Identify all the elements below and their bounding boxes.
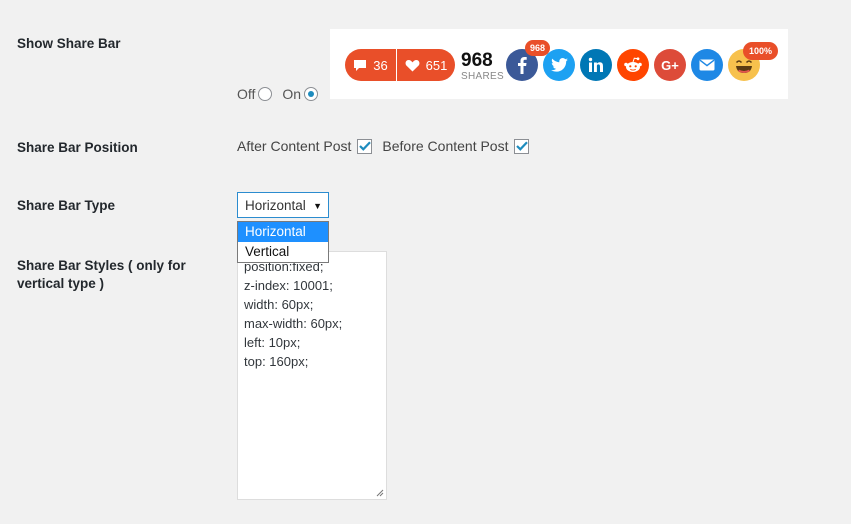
before-content-post-label: Before Content Post <box>382 138 509 154</box>
share-bar-type-value: Horizontal <box>245 197 306 213</box>
share-bar-styles-textarea[interactable]: position:fixed; z-index: 10001; width: 6… <box>237 251 387 500</box>
total-shares-count: 968 <box>461 50 493 71</box>
facebook-icon <box>518 57 527 74</box>
option-horizontal[interactable]: Horizontal <box>238 222 328 242</box>
option-vertical[interactable]: Vertical <box>238 242 328 262</box>
linkedin-icon <box>588 57 603 72</box>
love-count-button[interactable]: 651 <box>397 49 455 81</box>
email-share-button[interactable] <box>691 49 723 81</box>
textarea-line: z-index: 10001; <box>244 278 333 293</box>
share-bar-type-dropdown: Horizontal Vertical <box>237 221 329 263</box>
twitter-share-button[interactable] <box>543 49 575 81</box>
after-content-post-checkbox[interactable] <box>357 138 373 154</box>
reddit-icon <box>624 57 642 72</box>
emoji-percent-badge: 100% <box>743 42 779 60</box>
show-share-bar-toggle: Off On <box>237 86 324 102</box>
heart-icon <box>405 59 420 71</box>
comments-count: 36 <box>373 57 388 73</box>
twitter-icon <box>550 58 568 72</box>
comment-icon <box>354 59 367 71</box>
checkmark-icon <box>359 141 371 151</box>
share-bar-styles-label: Share Bar Styles ( only for vertical typ… <box>17 258 186 291</box>
checkmark-icon <box>516 141 528 151</box>
share-bar-type-label: Share Bar Type <box>17 198 116 213</box>
off-radio[interactable] <box>258 87 273 101</box>
textarea-line: width: 60px; <box>244 297 314 312</box>
show-share-bar-label: Show Share Bar <box>17 36 121 51</box>
textarea-line: max-width: 60px; <box>244 316 343 331</box>
textarea-line: left: 10px; <box>244 335 301 350</box>
textarea-line: top: 160px; <box>244 354 309 369</box>
email-icon <box>699 59 715 71</box>
on-label: On <box>282 86 302 102</box>
shares-label: SHARES <box>461 71 504 82</box>
google-plus-icon: G+ <box>661 57 679 73</box>
on-radio[interactable] <box>304 87 319 101</box>
total-shares: 968 SHARES <box>461 51 504 82</box>
share-bar-position-options: After Content Post Before Content Post <box>237 138 539 154</box>
resize-handle-icon[interactable] <box>376 489 384 497</box>
off-label: Off <box>237 86 256 102</box>
share-bar-preview: 36 651 968 SHARES G+ 968 100% <box>330 29 788 99</box>
love-count: 651 <box>425 57 448 73</box>
before-content-post-checkbox[interactable] <box>514 138 530 154</box>
chevron-down-icon: ▼ <box>313 201 322 211</box>
after-content-post-label: After Content Post <box>237 138 352 154</box>
comments-count-button[interactable]: 36 <box>345 49 396 81</box>
share-bar-position-label: Share Bar Position <box>17 140 138 155</box>
reddit-share-button[interactable] <box>617 49 649 81</box>
facebook-count-badge: 968 <box>525 40 551 56</box>
share-bar-type-select[interactable]: Horizontal ▼ <box>237 192 329 218</box>
google-plus-share-button[interactable]: G+ <box>654 49 686 81</box>
linkedin-share-button[interactable] <box>580 49 612 81</box>
